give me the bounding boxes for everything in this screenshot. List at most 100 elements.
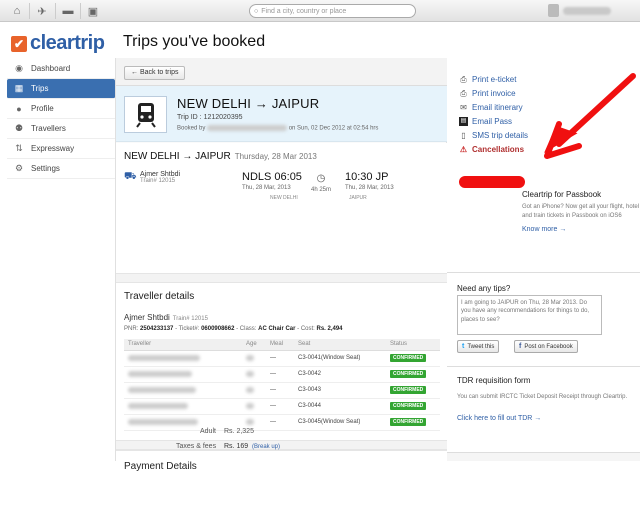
- sidebar-item-settings[interactable]: ⚙ Settings: [7, 159, 115, 179]
- traveller-name-redacted: [124, 366, 242, 383]
- table-row: — C3-0045(Window Seat) CONFIRMED: [124, 414, 440, 431]
- seat-cell: C3-0041(Window Seat): [294, 350, 386, 367]
- train-icon[interactable]: ▣: [82, 3, 104, 19]
- search-icon: ○: [254, 7, 259, 15]
- departure: NDLS 06:05 Thu, 28 Mar, 2013 NEW DELHI: [242, 171, 302, 201]
- facebook-icon: f: [519, 343, 522, 350]
- tdr-text: You can submit IRCTC Ticket Deposit Rece…: [457, 394, 628, 400]
- know-more-link[interactable]: Know more →: [522, 226, 640, 233]
- col-age: Age: [242, 339, 266, 351]
- trip-detail-panel: ← Back to trips NEW DELHI → JAIPUR Trip …: [115, 58, 447, 530]
- passbook-text: Got an iPhone? Now get all your flight, …: [522, 204, 640, 219]
- section-divider: [116, 273, 447, 283]
- nav-divider: [80, 3, 81, 19]
- col-traveller: Traveller: [124, 339, 242, 351]
- redacted-name: [207, 125, 288, 131]
- tip-message-box[interactable]: I am going to JAIPUR on Thu, 28 Mar 2013…: [457, 295, 602, 335]
- duration-value: 4h 25m: [310, 187, 331, 193]
- seat-cell: C3-0045(Window Seat): [294, 414, 386, 431]
- search-input[interactable]: ○ Find a city, country or place: [249, 4, 416, 18]
- sidebar-item-label: Expressway: [31, 144, 75, 153]
- class-value: AC Chair Car: [258, 326, 296, 332]
- tweet-button[interactable]: t Tweet this: [457, 340, 500, 353]
- sidebar-item-label: Travellers: [31, 124, 66, 133]
- train-number: Train# 12015: [140, 178, 176, 184]
- clock-icon: ◷: [316, 173, 326, 184]
- traveller-train-name: Ajmer Shtbdi: [124, 313, 170, 322]
- cleartrip-logo[interactable]: ✔ cleartrip: [11, 32, 105, 55]
- departure-time: NDLS 06:05: [242, 171, 302, 183]
- status-badge: CONFIRMED: [390, 402, 427, 410]
- pnr-value: 2504233137: [140, 326, 174, 332]
- flight-icon[interactable]: ✈: [31, 3, 53, 19]
- class-label: - Class:: [236, 326, 257, 332]
- adult-label: Adult: [200, 428, 216, 435]
- col-status: Status: [386, 339, 440, 351]
- meal-cell: —: [266, 414, 294, 431]
- age-redacted: [242, 382, 266, 399]
- back-to-trips-button[interactable]: ← Back to trips: [124, 66, 186, 80]
- nav-divider: [29, 3, 30, 19]
- sidebar-item-label: Profile: [31, 104, 54, 113]
- pnr-label: PNR:: [124, 326, 139, 332]
- right-sidebar: ⎙ Print e-ticket ⎙ Print invoice ✉ Email it…: [447, 58, 640, 461]
- arrows-icon: ⇅: [15, 143, 23, 153]
- arrival: 10:30 JP Thu, 28 Mar, 2013 JAIPUR: [345, 171, 394, 201]
- facebook-button[interactable]: f Post on Facebook: [514, 340, 578, 353]
- trips-icon: ▦: [14, 83, 24, 93]
- red-arrow-annotation: [544, 73, 636, 159]
- seat-cell: C3-0044: [294, 398, 386, 415]
- payment-section: Payment Details: [116, 450, 447, 530]
- passbook-heading: Cleartrip for Passbook: [522, 190, 602, 199]
- page-title: Trips you've booked: [123, 33, 266, 50]
- traveller-table: Traveller Age Meal Seat Status — C3-0041(…: [124, 339, 440, 431]
- sidebar-item-label: Trips: [31, 84, 49, 93]
- journey-route: NEW DELHI → JAIPUR: [124, 151, 231, 162]
- tdr-link[interactable]: Click here to fill out TDR →: [457, 415, 541, 422]
- sidebar-item-profile[interactable]: ● Profile: [7, 99, 115, 119]
- col-meal: Meal: [266, 339, 294, 351]
- people-icon: ⚉: [14, 123, 24, 133]
- status-cell: CONFIRMED: [386, 382, 440, 399]
- table-row: — C3-0041(Window Seat) CONFIRMED: [124, 350, 440, 367]
- breakup-link[interactable]: (Break up): [252, 444, 280, 450]
- search-placeholder: Find a city, country or place: [261, 7, 347, 15]
- trip-id: Trip ID : 1212020395: [177, 114, 243, 121]
- seat-cell: C3-0042: [294, 366, 386, 383]
- table-row: — C3-0043 CONFIRMED: [124, 382, 440, 399]
- meal-cell: —: [266, 366, 294, 383]
- divider: [447, 366, 640, 367]
- sidebar-item-travellers[interactable]: ⚉ Travellers: [7, 119, 115, 139]
- sidebar-item-trips[interactable]: ▦ Trips: [7, 79, 115, 99]
- arrival-city: JAIPUR: [349, 195, 367, 201]
- trip-route-title: NEW DELHI → JAIPUR: [177, 96, 320, 111]
- home-icon[interactable]: ⌂: [6, 3, 28, 19]
- sidebar-item-dashboard[interactable]: ◉ Dashboard: [7, 59, 115, 79]
- tips-heading: Need any tips?: [457, 284, 511, 293]
- col-seat: Seat: [294, 339, 386, 351]
- booked-by-date: on Sun, 02 Dec 2012 at 02:54 hrs: [288, 125, 379, 132]
- facebook-label: Post on Facebook: [524, 343, 573, 350]
- seat-cell: C3-0043: [294, 382, 386, 399]
- pnr-line: PNR: 2504233137 - Ticket#: 0600908662 - …: [124, 326, 343, 332]
- traveller-name-redacted: [124, 398, 242, 415]
- traveller-name-redacted: [124, 350, 242, 367]
- divider: [447, 272, 640, 273]
- sidebar-item-expressway[interactable]: ⇅ Expressway: [7, 139, 115, 159]
- journey-section: NEW DELHI → JAIPUR Thursday, 28 Mar 2013 …: [116, 143, 447, 273]
- section-divider: [116, 440, 447, 450]
- user-name-redacted[interactable]: [563, 7, 611, 15]
- table-header: Traveller Age Meal Seat Status: [124, 339, 440, 351]
- gear-icon: ⚙: [14, 163, 24, 173]
- traveller-section: Traveller details Ajmer Shtbdi Train# 120…: [116, 283, 447, 448]
- trip-header: NEW DELHI → JAIPUR Trip ID : 1212020395 …: [116, 86, 447, 142]
- person-icon: ●: [16, 103, 22, 114]
- hotel-icon[interactable]: ▬: [57, 3, 79, 19]
- table-row: — C3-0044 CONFIRMED: [124, 398, 440, 415]
- avatar[interactable]: [548, 4, 559, 17]
- red-redaction-mark: [459, 176, 525, 188]
- traveller-name-redacted: [124, 382, 242, 399]
- status-badge: CONFIRMED: [390, 418, 427, 426]
- traveller-train-number: Train# 12015: [172, 316, 208, 322]
- departure-date: Thu, 28 Mar, 2013: [242, 185, 291, 191]
